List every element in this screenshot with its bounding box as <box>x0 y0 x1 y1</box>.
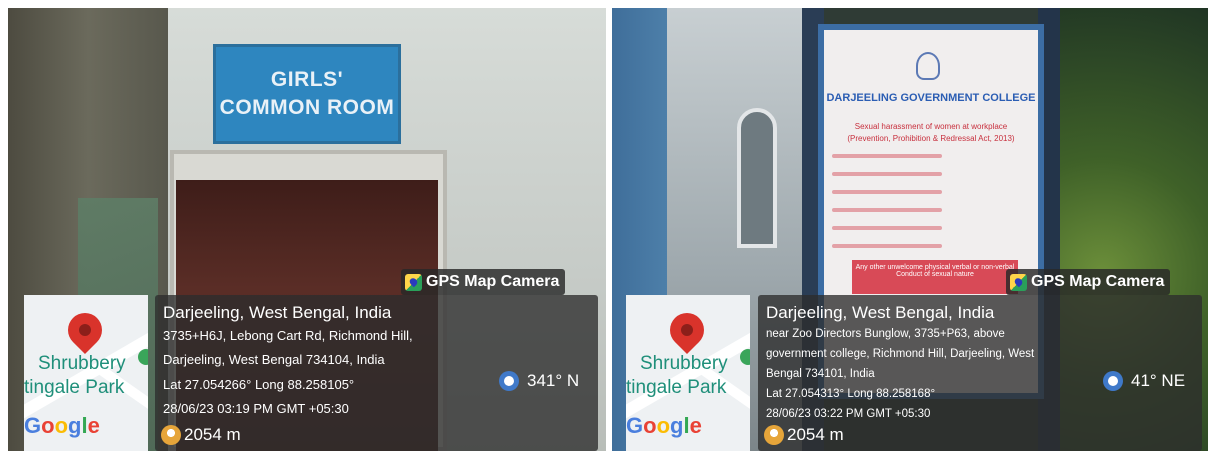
board-bullet <box>832 244 942 248</box>
board-red-box: Any other unwelcome physical verbal or n… <box>852 260 1018 294</box>
compass-value: 41° NE <box>1131 371 1186 390</box>
address-line: government college, Richmond Hill, Darje… <box>766 348 1035 360</box>
right-photo: DARJEELING GOVERNMENT COLLEGE Sexual har… <box>612 8 1208 451</box>
minimap: Shrubbery tingale Park Google <box>24 295 148 451</box>
datetime: 28/06/23 03:19 PM GMT +05:30 <box>163 401 349 416</box>
map-place-label: Shrubbery <box>38 353 126 374</box>
college-logo-icon <box>916 52 940 80</box>
room-sign: GIRLS' COMMON ROOM <box>213 44 401 144</box>
gps-info-panel: Darjeeling, West Bengal, India 3735+H6J,… <box>155 295 598 451</box>
gps-camera-icon <box>405 273 422 291</box>
map-place-label: tingale Park <box>626 377 727 398</box>
compass-value: 341° N <box>527 371 580 390</box>
address-line: Bengal 734101, India <box>766 368 875 380</box>
compass-icon <box>499 371 519 391</box>
altitude-value: 2054 m <box>184 425 241 444</box>
altitude: 2054 m <box>161 425 241 445</box>
compass: 41° NE <box>1103 371 1185 391</box>
sign-line-1: GIRLS' <box>270 68 344 91</box>
minimap: Shrubbery tingale Park Google <box>626 295 750 451</box>
brand-text: GPS Map Camera <box>1031 273 1165 290</box>
sign-line-2: COMMON ROOM <box>219 96 395 119</box>
address-line: near Zoo Directors Bunglow, 3735+P63, ab… <box>766 328 1005 340</box>
latlong: Lat 27.054313° Long 88.258168° <box>766 388 936 400</box>
address-line: 3735+H6J, Lebong Cart Rd, Richmond Hill, <box>163 328 413 343</box>
board-bullet <box>832 190 942 194</box>
map-poi-icon <box>740 349 750 365</box>
map-poi-icon <box>138 349 148 365</box>
map-pin-icon <box>662 305 712 355</box>
board-bullet <box>832 208 942 212</box>
map-place-label: tingale Park <box>24 377 125 398</box>
altitude-icon <box>161 425 181 445</box>
board-subtitle: Sexual harassment of women at workplace <box>854 122 1008 131</box>
place-title: Darjeeling, West Bengal, India <box>766 303 995 322</box>
left-photo: GIRLS' COMMON ROOM GPS Map Camera Shrubb… <box>8 8 606 451</box>
altitude-icon <box>764 425 784 445</box>
google-logo: Google <box>626 413 702 438</box>
altitude-value: 2054 m <box>787 425 844 444</box>
google-logo: Google <box>24 413 100 438</box>
board-title: DARJEELING GOVERNMENT COLLEGE <box>826 92 1036 104</box>
gps-info-panel: Darjeeling, West Bengal, India near Zoo … <box>758 295 1202 451</box>
board-bullet <box>832 226 942 230</box>
brand-text: GPS Map Camera <box>426 273 560 290</box>
address-line: Darjeeling, West Bengal 734104, India <box>163 352 385 367</box>
gps-camera-icon <box>1010 273 1027 291</box>
altitude: 2054 m <box>764 425 844 445</box>
gps-brand-label: GPS Map Camera <box>1006 269 1171 295</box>
map-place-label: Shrubbery <box>640 353 728 374</box>
board-act: (Prevention, Prohibition & Redressal Act… <box>847 134 1015 143</box>
gps-brand-label: GPS Map Camera <box>401 269 566 295</box>
compass-icon <box>1103 371 1123 391</box>
arched-window <box>737 108 777 248</box>
compass: 341° N <box>499 371 579 391</box>
board-bullet <box>832 172 942 176</box>
datetime: 28/06/23 03:22 PM GMT +05:30 <box>766 408 931 420</box>
map-pin-icon <box>60 305 110 355</box>
place-title: Darjeeling, West Bengal, India <box>163 303 392 322</box>
latlong: Lat 27.054266° Long 88.258105° <box>163 377 355 392</box>
board-bullet <box>832 154 942 158</box>
